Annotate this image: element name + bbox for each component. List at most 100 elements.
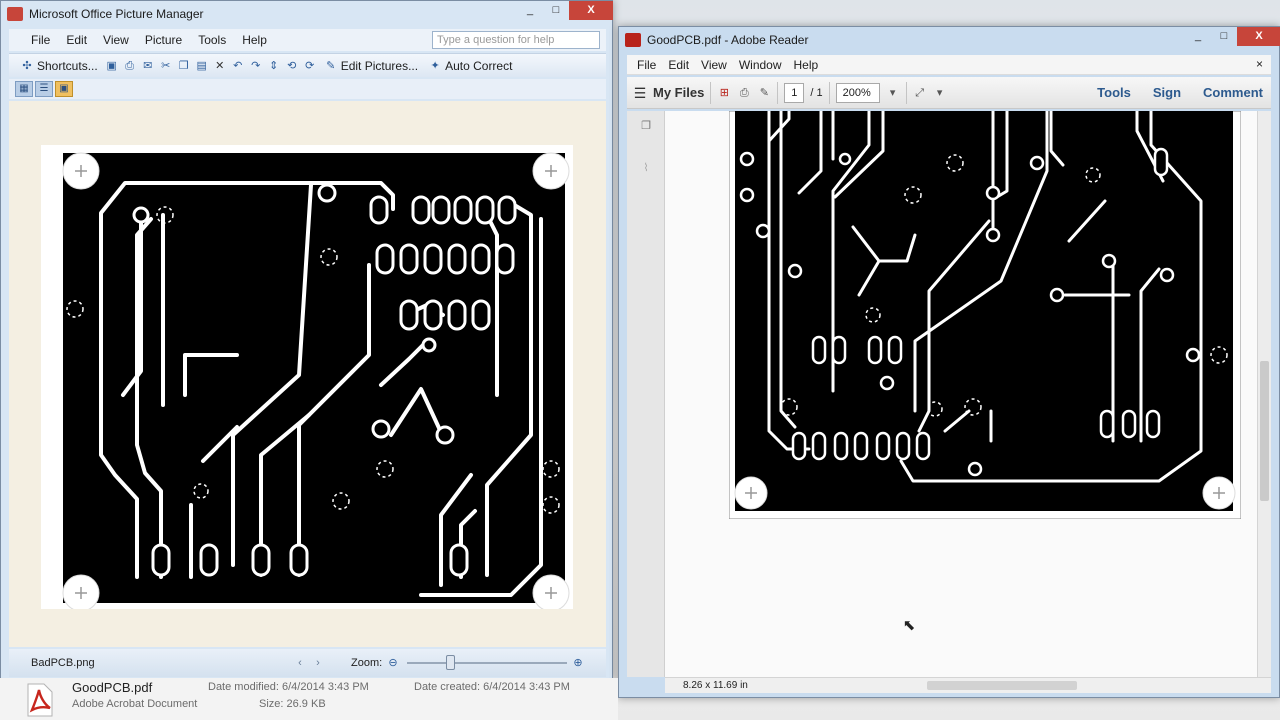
page-number-input[interactable]: 1 <box>784 82 805 103</box>
auto-correct-button[interactable]: ✦ Auto Correct <box>425 56 515 76</box>
filmstrip-view-icon[interactable]: ☰ <box>35 81 53 97</box>
my-files-button[interactable]: My Files <box>653 85 704 100</box>
bad-pcb-image <box>41 145 573 609</box>
toolbar-divider <box>828 81 830 104</box>
page-total: / 1 <box>810 86 823 99</box>
edit-icon[interactable]: ✎ <box>757 86 771 100</box>
cut-icon[interactable]: ✂ <box>159 59 173 73</box>
delete-icon[interactable]: ✕ <box>213 59 227 73</box>
explorer-file-size: Size: 26.9 KB <box>259 698 326 710</box>
zoom-slider[interactable] <box>407 662 567 664</box>
rotate-left-icon[interactable]: ⟲ <box>285 59 299 73</box>
email-icon[interactable]: ✉ <box>141 59 155 73</box>
maximize-button[interactable]: □ <box>543 1 569 20</box>
shortcuts-icon: ✣ <box>22 59 32 72</box>
explorer-date-modified: Date modified: 6/4/2014 3:43 PM <box>208 681 369 693</box>
pm-statusbar: BadPCB.png ‹ › Zoom: ⊖ ⊕ <box>9 649 606 677</box>
ar-toolbar: ☰ My Files ⊞ ⎙ ✎ 1 / 1 200% ▾ ⤢ ▾ Tools … <box>627 77 1271 109</box>
menu-view[interactable]: View <box>95 33 137 47</box>
more-tools-dropdown-icon[interactable]: ▾ <box>933 86 947 100</box>
page-thumbnails-icon[interactable]: ❐ <box>639 119 653 133</box>
zoom-dropdown-icon[interactable]: ⇕ <box>267 59 281 73</box>
shortcuts-label: Shortcuts... <box>37 58 98 73</box>
picture-canvas <box>9 101 606 647</box>
pm-view-bar: ▦ ☰ ▣ <box>9 79 606 99</box>
single-picture-view-icon[interactable]: ▣ <box>55 81 73 97</box>
sign-pane-button[interactable]: Sign <box>1145 85 1189 100</box>
undo-icon[interactable]: ↶ <box>231 59 245 73</box>
minimize-button[interactable]: _ <box>517 1 543 20</box>
ar-statusbar: 8.26 x 11.69 in <box>665 677 1271 693</box>
menu-edit[interactable]: Edit <box>58 33 95 47</box>
menu-help[interactable]: Help <box>788 58 825 72</box>
menu-window[interactable]: Window <box>733 58 788 72</box>
paste-icon[interactable]: ▤ <box>195 59 209 73</box>
next-picture-icon[interactable]: › <box>311 656 325 670</box>
comment-pane-button[interactable]: Comment <box>1195 85 1271 100</box>
print-icon[interactable]: ⎙ <box>123 59 137 73</box>
vertical-scrollbar[interactable] <box>1257 111 1271 677</box>
picture-manager-app-icon <box>7 7 23 21</box>
help-search-input[interactable]: Type a question for help <box>432 31 600 49</box>
ar-titlebar[interactable]: GoodPCB.pdf - Adobe Reader <box>619 27 1279 53</box>
toolbar-divider <box>777 81 779 104</box>
page-size-label: 8.26 x 11.69 in <box>683 680 748 691</box>
zoom-input[interactable]: 200% <box>835 82 880 103</box>
explorer-date-created: Date created: 6/4/2014 3:43 PM <box>414 681 570 693</box>
copy-icon[interactable]: ❐ <box>177 59 191 73</box>
ar-window-title: GoodPCB.pdf - Adobe Reader <box>647 33 809 47</box>
thumbnail-view-icon[interactable]: ▦ <box>15 81 33 97</box>
attachments-icon[interactable]: ⌇ <box>639 161 653 175</box>
create-pdf-icon[interactable]: ⊞ <box>717 86 731 100</box>
maximize-button[interactable]: □ <box>1211 27 1237 46</box>
shortcuts-button[interactable]: ✣ Shortcuts... <box>17 56 101 76</box>
menu-icon[interactable]: ☰ <box>633 86 647 100</box>
close-button[interactable]: X <box>1237 27 1280 46</box>
menu-help[interactable]: Help <box>234 33 275 47</box>
save-icon[interactable]: ▣ <box>105 59 119 73</box>
ar-window-controls: _ □ X <box>1185 27 1280 46</box>
menu-file[interactable]: File <box>23 33 58 47</box>
close-button[interactable]: X <box>569 1 613 20</box>
edit-pictures-icon: ✎ <box>326 59 336 72</box>
menu-file[interactable]: File <box>631 58 662 72</box>
auto-correct-icon: ✦ <box>430 59 440 72</box>
good-pcb-image <box>729 111 1241 519</box>
zoom-in-icon[interactable]: ⊕ <box>571 656 585 670</box>
toolbar-divider <box>710 81 712 104</box>
edit-pictures-label: Edit Pictures... <box>340 58 419 73</box>
pm-toolbar: ✣ Shortcuts... ▣ ⎙ ✉ ✂ ❐ ▤ ✕ ↶ ↷ ⇕ ⟲ ⟳ ✎… <box>9 53 606 77</box>
zoom-out-icon[interactable]: ⊖ <box>386 656 400 670</box>
navigation-pane: ❐ ⌇ <box>627 111 665 677</box>
previous-picture-icon[interactable]: ‹ <box>293 656 307 670</box>
fit-page-icon[interactable]: ⤢ <box>913 86 927 100</box>
pm-window-controls: _ □ X <box>517 1 613 20</box>
document-area: ⬉ <box>665 111 1265 677</box>
picture-manager-window: Microsoft Office Picture Manager _ □ X F… <box>0 0 613 680</box>
print-icon[interactable]: ⎙ <box>737 86 751 100</box>
explorer-details-pane: GoodPCB.pdf Adobe Acrobat Document Date … <box>0 678 618 720</box>
adobe-reader-app-icon <box>625 33 641 47</box>
current-filename: BadPCB.png <box>31 657 95 669</box>
zoom-slider-thumb[interactable] <box>446 655 455 670</box>
adobe-reader-window: GoodPCB.pdf - Adobe Reader _ □ X File Ed… <box>618 26 1280 698</box>
explorer-file-name: GoodPCB.pdf <box>72 680 153 695</box>
close-document-button[interactable]: × <box>1256 57 1263 71</box>
pdf-file-icon <box>27 683 53 717</box>
explorer-file-type: Adobe Acrobat Document <box>72 698 198 710</box>
menu-tools[interactable]: Tools <box>190 33 234 47</box>
menu-edit[interactable]: Edit <box>662 58 695 72</box>
ar-menubar: File Edit View Window Help × <box>627 55 1271 75</box>
zoom-dropdown-icon[interactable]: ▾ <box>886 86 900 100</box>
auto-correct-label: Auto Correct <box>445 58 513 73</box>
redo-icon[interactable]: ↷ <box>249 59 263 73</box>
scrollbar-thumb[interactable] <box>1260 361 1269 501</box>
horizontal-scrollbar-thumb[interactable] <box>927 681 1077 690</box>
pm-window-title: Microsoft Office Picture Manager <box>29 7 204 21</box>
menu-picture[interactable]: Picture <box>137 33 190 47</box>
tools-pane-button[interactable]: Tools <box>1089 85 1139 100</box>
rotate-right-icon[interactable]: ⟳ <box>303 59 317 73</box>
edit-pictures-button[interactable]: ✎ Edit Pictures... <box>321 56 421 76</box>
minimize-button[interactable]: _ <box>1185 27 1211 46</box>
menu-view[interactable]: View <box>695 58 733 72</box>
